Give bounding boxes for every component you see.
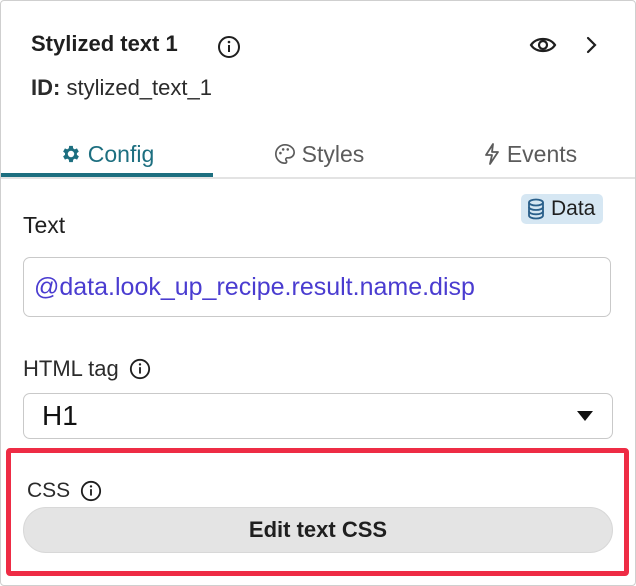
text-field-label: Text bbox=[23, 212, 66, 238]
html-tag-label: HTML tag bbox=[23, 356, 151, 382]
tab-bar: Config Styles Events bbox=[1, 133, 635, 179]
text-binding-input[interactable]: @data.look_up_recipe.result.name.disp bbox=[23, 257, 611, 317]
info-icon[interactable] bbox=[217, 35, 241, 64]
edit-text-css-button[interactable]: Edit text CSS bbox=[23, 507, 613, 553]
database-icon bbox=[528, 198, 544, 220]
component-id: ID: stylized_text_1 bbox=[31, 75, 212, 101]
active-tab-indicator bbox=[1, 173, 213, 177]
tab-config-label: Config bbox=[87, 140, 155, 167]
caret-down-icon bbox=[577, 411, 593, 421]
data-badge[interactable]: Data bbox=[521, 194, 604, 224]
info-icon[interactable] bbox=[129, 358, 151, 380]
properties-panel: Stylized text 1 ID: stylized_text_1 Conf… bbox=[0, 0, 636, 586]
tab-styles[interactable]: Styles bbox=[213, 133, 425, 175]
tab-events[interactable]: Events bbox=[425, 133, 635, 175]
component-title: Stylized text 1 bbox=[31, 31, 178, 56]
tab-events-label: Events bbox=[506, 140, 578, 167]
css-label-text: CSS bbox=[27, 479, 71, 502]
html-tag-select[interactable]: H1 bbox=[23, 393, 613, 439]
info-icon[interactable] bbox=[80, 480, 102, 502]
tab-config[interactable]: Config bbox=[1, 133, 213, 175]
tab-styles-label: Styles bbox=[301, 140, 365, 167]
lightning-icon bbox=[484, 143, 499, 165]
id-value: stylized_text_1 bbox=[66, 75, 212, 100]
chevron-right-icon[interactable] bbox=[583, 33, 601, 62]
html-tag-selected-value: H1 bbox=[42, 400, 78, 431]
palette-icon bbox=[274, 144, 295, 164]
gear-icon bbox=[62, 145, 79, 163]
data-badge-label: Data bbox=[551, 197, 596, 220]
html-tag-label-text: HTML tag bbox=[23, 356, 119, 381]
id-label: ID: bbox=[31, 75, 61, 100]
eye-icon[interactable] bbox=[529, 33, 557, 62]
css-label: CSS bbox=[27, 479, 102, 503]
